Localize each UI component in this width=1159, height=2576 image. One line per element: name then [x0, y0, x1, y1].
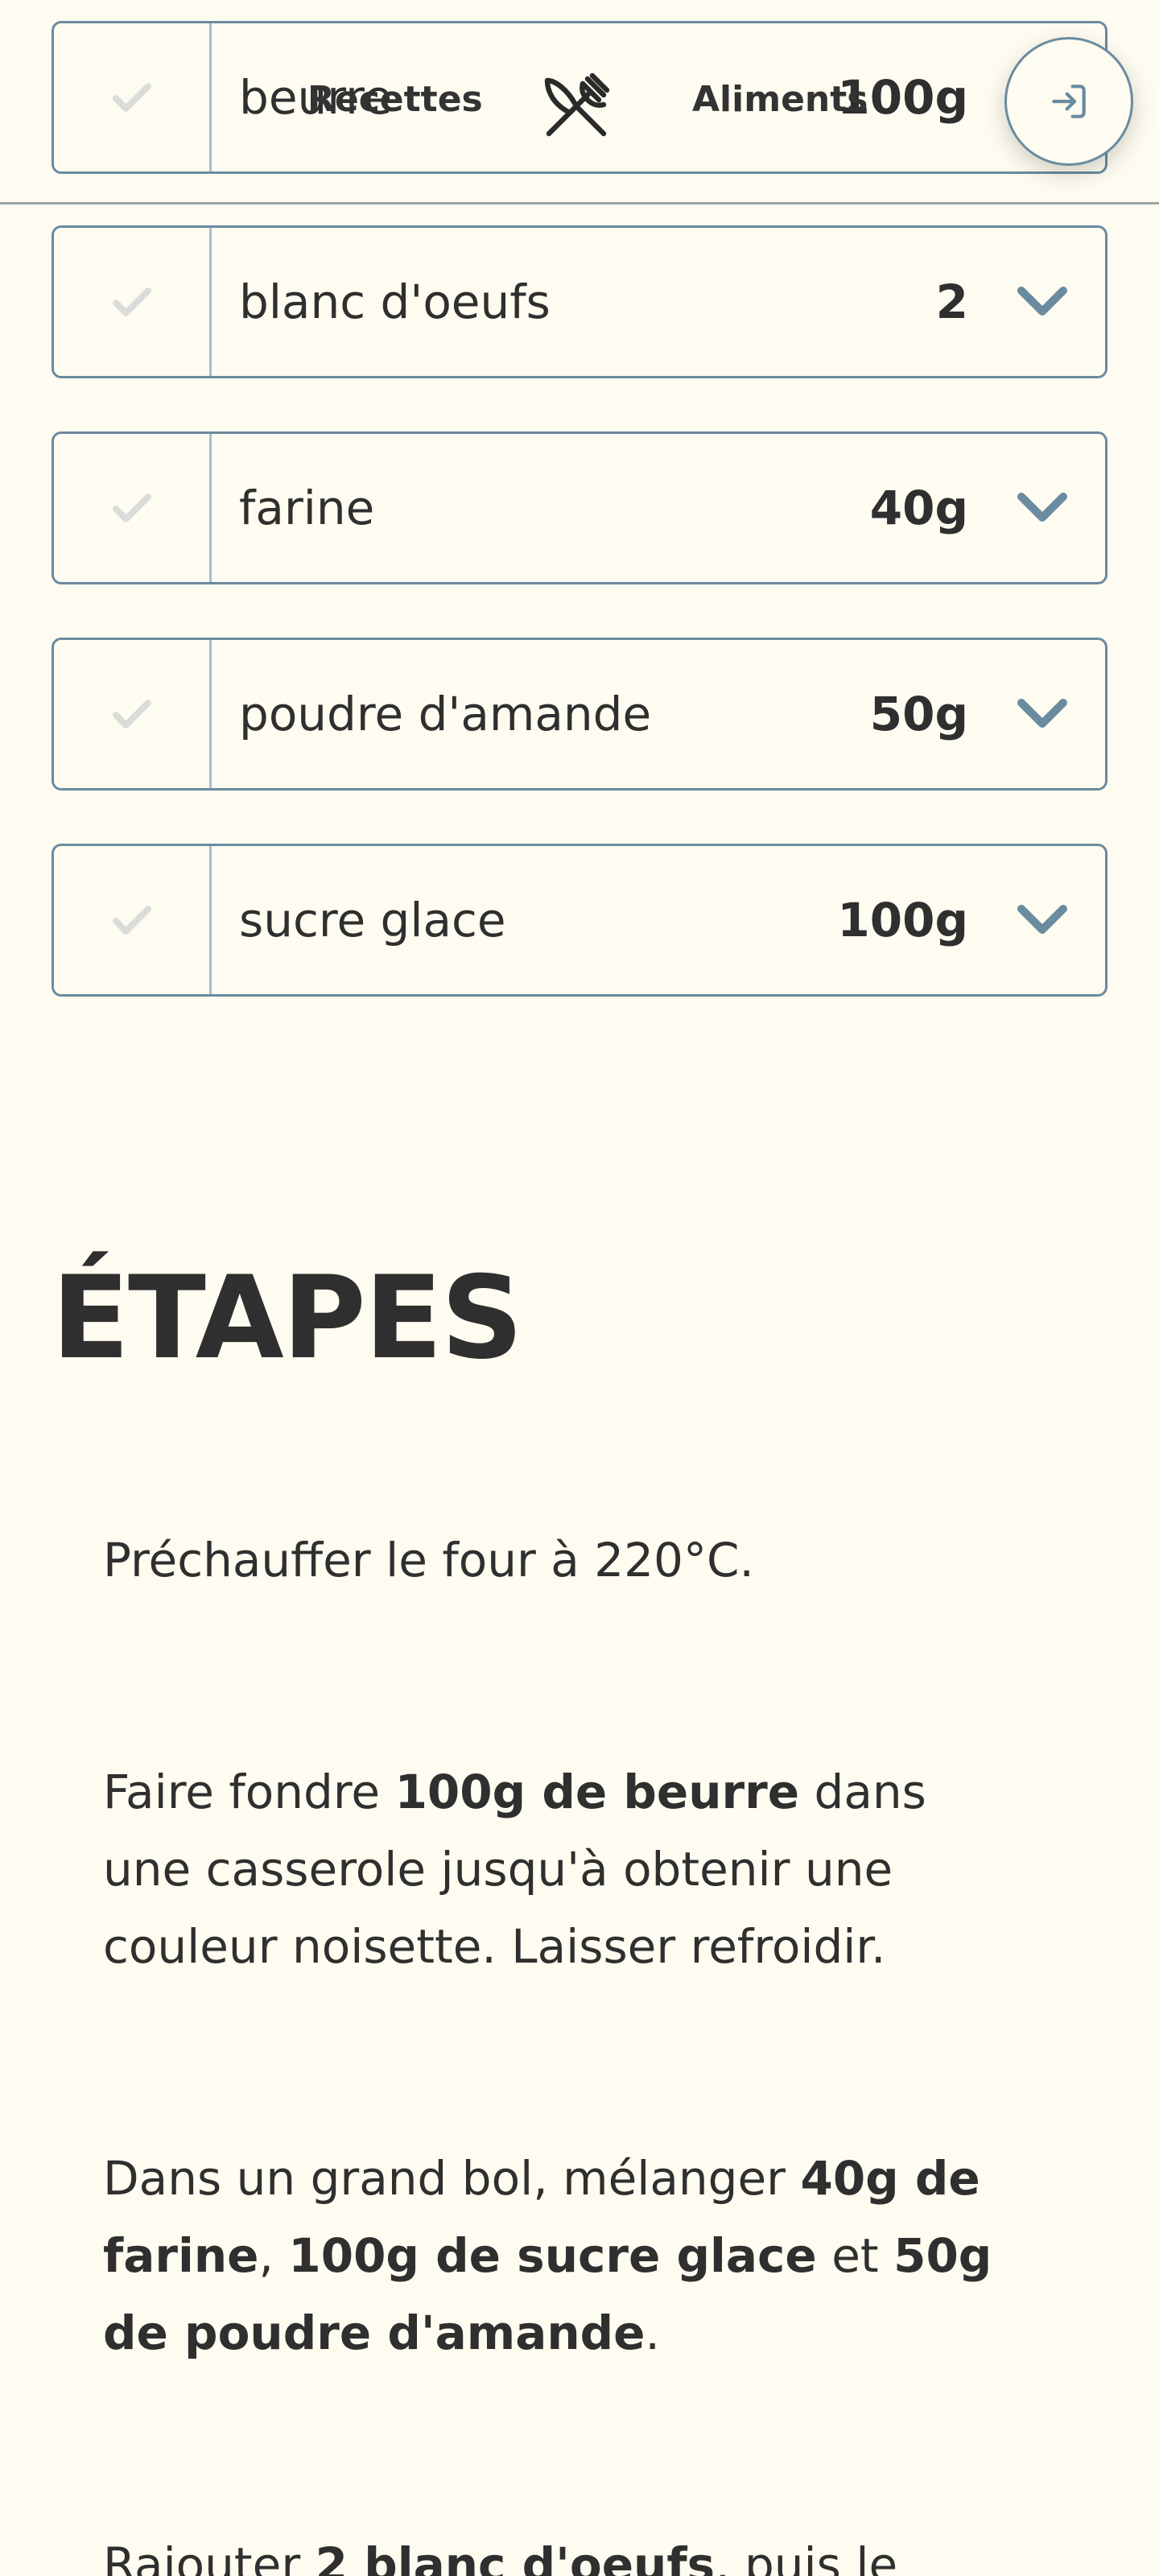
fork-knife-icon	[544, 72, 610, 137]
step-text: Dans un grand bol, mélanger	[103, 2151, 801, 2206]
check-icon	[112, 493, 151, 522]
ingredient-quantity: 2	[935, 275, 968, 329]
step-text: Rajouter	[103, 2537, 316, 2576]
nav-link-recipes[interactable]: Recettes	[307, 79, 483, 120]
ingredient-name: sucre glace	[239, 893, 506, 947]
login-icon	[1052, 85, 1086, 118]
ingredient-name: blanc d'oeufs	[239, 275, 551, 329]
chevron-down-icon	[1017, 905, 1067, 934]
step-item: Préchauffer le four à 220°C.	[103, 1521, 1021, 1599]
step-item: Dans un grand bol, mélanger 40g de farin…	[103, 2140, 1021, 2372]
ingredient-quantity: 40g	[869, 481, 968, 535]
login-button[interactable]	[1004, 37, 1133, 166]
ingredient-checkbox[interactable]	[54, 228, 212, 376]
chevron-down-icon	[1017, 287, 1067, 316]
check-icon	[112, 906, 151, 935]
ingredient-row[interactable]: poudre d'amande 50g	[52, 638, 1107, 791]
step-text: Faire fondre	[103, 1765, 395, 1819]
step-item: Faire fondre 100g de beurre dans une cas…	[103, 1753, 1021, 1985]
ingredient-expand-button[interactable]	[1017, 228, 1105, 376]
ingredient-expand-button[interactable]	[1017, 640, 1105, 788]
ingredient-expand-button[interactable]	[1017, 434, 1105, 582]
step-ingredient-highlight: 100g de beurre	[394, 1765, 800, 1819]
chevron-down-icon	[1017, 493, 1067, 522]
step-text: Préchauffer le four à 220°C.	[103, 1533, 754, 1587]
nav-link-foods[interactable]: Aliments	[692, 79, 868, 120]
ingredient-row[interactable]: blanc d'oeufs 2	[52, 225, 1107, 378]
steps-heading: ÉTAPES	[52, 1252, 523, 1385]
ingredient-checkbox[interactable]	[54, 846, 212, 994]
ingredient-checkbox[interactable]	[54, 434, 212, 582]
home-logo-link[interactable]	[538, 68, 615, 145]
step-text: .	[645, 2306, 660, 2360]
step-text: et	[816, 2228, 894, 2283]
ingredient-quantity: 100g	[837, 893, 968, 947]
ingredient-row[interactable]: farine 40g	[52, 431, 1107, 584]
ingredient-row[interactable]: sucre glace 100g	[52, 844, 1107, 997]
top-navigation: Recettes Aliments	[0, 0, 1159, 204]
check-icon	[112, 287, 151, 316]
ingredient-expand-button[interactable]	[1017, 846, 1105, 994]
ingredient-checkbox[interactable]	[54, 640, 212, 788]
step-ingredient-highlight: 100g de sucre glace	[288, 2228, 817, 2283]
step-item: Rajouter 2 blanc d'oeufs, puis le beurre	[103, 2526, 1021, 2576]
recipe-page: beurre 100g blanc d'oeufs 2 farine 40g p…	[0, 0, 1159, 2576]
check-icon	[112, 700, 151, 729]
ingredient-name: farine	[239, 481, 375, 535]
ingredient-quantity: 50g	[869, 687, 968, 741]
ingredient-name: poudre d'amande	[239, 687, 652, 741]
chevron-down-icon	[1017, 699, 1067, 728]
step-ingredient-highlight: 2 blanc d'oeufs	[315, 2537, 716, 2576]
step-text: ,	[258, 2228, 289, 2283]
